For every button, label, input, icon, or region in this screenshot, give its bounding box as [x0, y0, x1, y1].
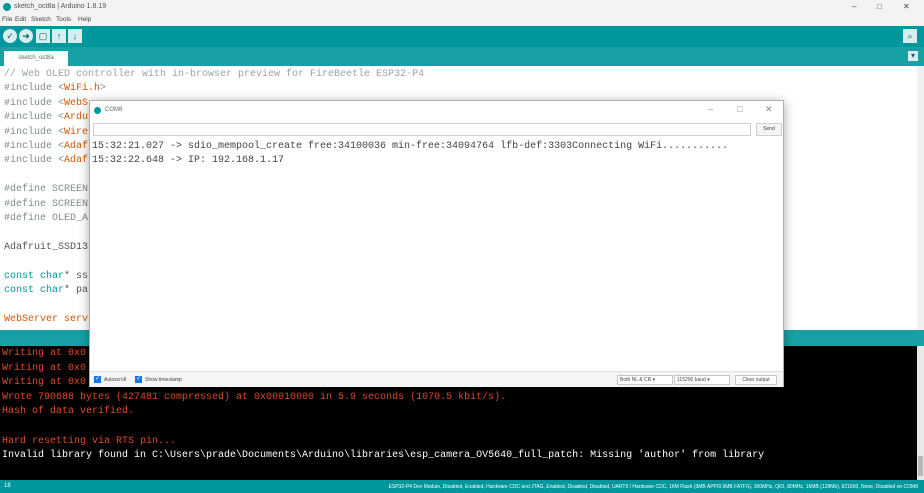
chevron-down-icon: ▾: [707, 377, 710, 383]
code-line: #define OLED_A: [4, 213, 88, 224]
line-number: 18: [4, 483, 11, 489]
show-timestamp-checkbox[interactable]: ✓: [135, 376, 142, 383]
code-token: char: [40, 285, 65, 296]
code-token: #include <: [4, 155, 65, 167]
menu-bar: File Edit Sketch Tools Help: [0, 15, 924, 26]
code-line: #define SCREEN: [4, 199, 88, 210]
code-token: #define OLED_A: [4, 213, 89, 224]
menu-file[interactable]: File: [2, 16, 12, 23]
code-token: #include <: [4, 97, 65, 109]
code-line: #include <WiFi.h>: [4, 83, 106, 94]
code-token: // Web OLED controller with in-browser p…: [4, 69, 425, 80]
upload-icon[interactable]: ➜: [19, 29, 33, 43]
line-ending-value: Both NL & CR: [620, 377, 652, 383]
code-token: >: [100, 83, 107, 95]
editor-scrollbar[interactable]: [917, 66, 924, 330]
code-token: Wire: [64, 126, 89, 138]
console-line: Writing at 0x0: [2, 362, 87, 374]
code-line: #define SCREEN: [4, 184, 88, 195]
code-token: char: [40, 270, 65, 282]
code-line: WebServer serv: [4, 314, 88, 325]
code-token: const: [4, 270, 41, 282]
code-line: #include <Ardu: [4, 112, 88, 123]
autoscroll-label: Autoscroll: [104, 377, 126, 383]
code-token: #include <: [4, 126, 65, 138]
clear-output-button[interactable]: Clear output: [735, 375, 777, 385]
chevron-down-icon: ▾: [652, 377, 656, 383]
code-token: * ss: [64, 270, 89, 282]
code-token: #include <: [4, 83, 65, 95]
serial-minimize-icon[interactable]: –: [708, 104, 713, 114]
console-line: Hash of data verified.: [2, 406, 135, 418]
code-token: #include <: [4, 112, 65, 124]
console-line: Invalid library found in C:\Users\prade\…: [2, 450, 765, 462]
minimize-icon[interactable]: –: [852, 2, 856, 11]
baud-rate-select[interactable]: 115200 baud ▾: [674, 375, 730, 385]
close-icon[interactable]: ✕: [903, 2, 910, 11]
menu-help[interactable]: Help: [78, 16, 91, 23]
serial-monitor-icon[interactable]: ⌕: [903, 29, 917, 43]
open-icon[interactable]: ↑: [52, 29, 66, 43]
code-token: Adafruit_SSD13: [4, 241, 89, 253]
code-line: #include <Adaf: [4, 141, 88, 152]
code-token: WebS: [64, 97, 89, 109]
send-button[interactable]: Send: [756, 123, 782, 136]
tab-sketch[interactable]: sketch_oct8a: [4, 51, 68, 66]
serial-monitor-title: COM8: [105, 107, 123, 113]
serial-close-icon[interactable]: ✕: [765, 104, 773, 115]
console-scroll-thumb[interactable]: [918, 456, 923, 476]
code-line: #include <Adaf: [4, 155, 88, 166]
console-scrollbar[interactable]: [917, 346, 924, 480]
baud-rate-value: 115200 baud: [677, 377, 706, 383]
board-info: ESP32-P4 Dev Module, Disabled, Enabled, …: [388, 484, 918, 490]
console-line: Hard resetting via RTS pin...: [2, 435, 177, 447]
code-token: WiFi.h: [64, 83, 101, 95]
menu-sketch[interactable]: Sketch: [31, 16, 51, 23]
serial-monitor-window: COM8 – □ ✕ Send 15:32:21.027 -> sdio_mem…: [89, 100, 784, 387]
code-token: #define SCREEN: [4, 198, 89, 210]
new-icon[interactable]: ▢: [36, 29, 50, 43]
serial-output: 15:32:21.027 -> sdio_mempool_create free…: [90, 138, 783, 371]
code-line: // Web OLED controller with in-browser p…: [4, 69, 424, 80]
toolbar: ✓ ➜ ▢ ↑ ↓ ⌕: [0, 26, 924, 47]
serial-app-icon: [94, 107, 101, 114]
console-line: Writing at 0x0: [2, 377, 87, 389]
serial-output-line: 15:32:21.027 -> sdio_mempool_create free…: [92, 141, 729, 152]
code-token: * pa: [64, 285, 89, 296]
save-icon[interactable]: ↓: [68, 29, 82, 43]
menu-tools[interactable]: Tools: [56, 16, 71, 23]
line-ending-select[interactable]: Both NL & CR ▾: [617, 375, 673, 385]
window-titlebar: sketch_oct8a | Arduino 1.8.19 – □ ✕: [0, 0, 924, 15]
code-token: Adaf: [64, 141, 89, 152]
console-line: Writing at 0x0: [2, 348, 87, 359]
show-timestamp-label: Show timestamp: [145, 377, 182, 383]
tab-bar: sketch_oct8a ▾: [0, 47, 924, 66]
autoscroll-checkbox[interactable]: ✓: [94, 376, 101, 383]
window-title: sketch_oct8a | Arduino 1.8.19: [14, 3, 107, 10]
code-line: #include <Wire: [4, 127, 88, 138]
code-token: Ardu: [64, 112, 89, 124]
code-line: const char* pa: [4, 285, 88, 296]
tab-menu-icon[interactable]: ▾: [908, 51, 918, 61]
serial-monitor-titlebar: COM8 – □ ✕: [90, 101, 783, 121]
code-line: Adafruit_SSD13: [4, 242, 88, 253]
maximize-icon[interactable]: □: [877, 2, 882, 11]
arduino-app-icon: [3, 3, 11, 11]
code-token: #include <: [4, 141, 65, 152]
code-token: #define SCREEN: [4, 184, 89, 196]
code-line: #include <WebS: [4, 98, 88, 109]
code-token: const: [4, 285, 41, 296]
menu-edit[interactable]: Edit: [15, 16, 26, 23]
serial-monitor-footer: ✓ Autoscroll ✓ Show timestamp Both NL & …: [90, 371, 783, 387]
serial-output-line: 15:32:22.648 -> IP: 192.168.1.17: [92, 155, 285, 166]
code-token: Adaf: [64, 155, 89, 167]
console-line: Wrote 790688 bytes (427481 compressed) a…: [2, 391, 507, 403]
code-token: WebServer serv: [4, 313, 89, 325]
bottom-status-bar: 18 ESP32-P4 Dev Module, Disabled, Enable…: [0, 480, 924, 493]
serial-maximize-icon[interactable]: □: [737, 104, 742, 114]
serial-send-input[interactable]: [93, 123, 751, 136]
verify-icon[interactable]: ✓: [3, 29, 17, 43]
code-line: const char* ss: [4, 271, 88, 282]
